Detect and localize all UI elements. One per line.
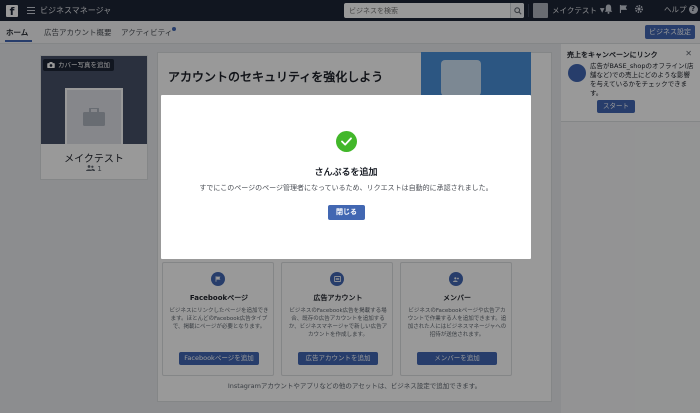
dialog-message: すでにこのページのページ管理者になっているため、リクエストは自動的に承認されまし… xyxy=(199,184,493,192)
success-dialog: さんぷるを追加 すでにこのページのページ管理者になっているため、リクエストは自動… xyxy=(161,95,531,259)
dialog-title: さんぷるを追加 xyxy=(314,168,378,178)
checkmark-icon xyxy=(336,131,357,152)
close-button[interactable]: 閉じる xyxy=(328,205,365,220)
